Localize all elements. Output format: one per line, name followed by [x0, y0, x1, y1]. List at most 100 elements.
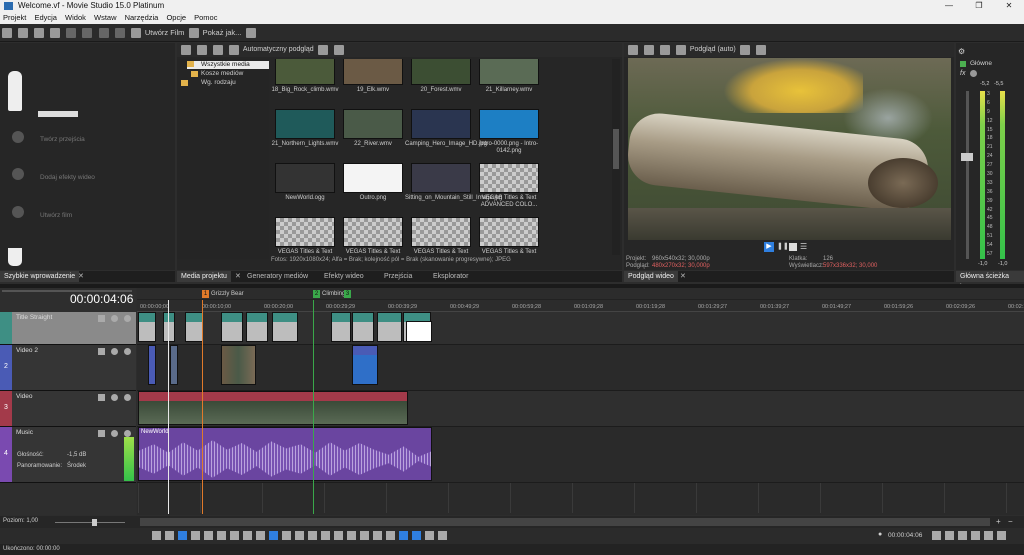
media-thumbnail[interactable] — [275, 163, 335, 193]
media-thumbnail[interactable] — [275, 109, 335, 139]
track-name[interactable]: Video 2 — [16, 347, 38, 354]
new-file-icon[interactable] — [2, 28, 12, 38]
auto-crossfade-icon[interactable] — [399, 531, 408, 540]
step-create-movie[interactable]: Utwórz film — [40, 212, 72, 219]
view-icon-3[interactable] — [958, 531, 967, 540]
close-tab-icon[interactable]: ✕ — [235, 271, 241, 282]
media-thumbnail[interactable] — [343, 163, 403, 193]
media-properties-icon[interactable] — [212, 45, 223, 55]
lock-icon[interactable] — [360, 531, 369, 540]
delete-icon[interactable] — [334, 531, 343, 540]
go-to-end-icon[interactable] — [230, 531, 239, 540]
pan-value[interactable]: Środek — [67, 463, 86, 469]
track-solo-icon[interactable] — [124, 315, 131, 322]
menu-wstaw[interactable]: Wstaw — [94, 13, 117, 22]
marker-insert-icon[interactable] — [373, 531, 382, 540]
title-clip[interactable] — [377, 312, 402, 342]
settings-icon[interactable] — [130, 28, 141, 38]
media-thumbnail[interactable] — [479, 109, 539, 139]
tab-video-fx[interactable]: Efekty wideo — [320, 271, 368, 282]
bus-mute-icon[interactable] — [970, 70, 977, 77]
open-file-icon[interactable] — [18, 28, 29, 38]
snapshot-icon[interactable] — [755, 45, 766, 55]
video2-clip[interactable] — [170, 345, 178, 385]
pan-crop-icon[interactable] — [438, 531, 447, 540]
media-thumbnail[interactable] — [479, 59, 539, 85]
title-clip-white[interactable] — [406, 321, 432, 342]
maximize-icon[interactable]: ❐ — [964, 0, 994, 12]
close-tab-icon[interactable]: ✕ — [78, 271, 84, 282]
media-thumbnail[interactable] — [343, 217, 403, 247]
play-from-start-icon[interactable] — [165, 531, 174, 540]
tab-master-bus[interactable]: Główna ścieżka bus — [956, 271, 1024, 291]
loop-icon[interactable] — [152, 531, 161, 540]
step-transitions[interactable]: Twórz przejścia — [40, 136, 85, 143]
view-icon-1[interactable] — [932, 531, 941, 540]
zoom-out-icon[interactable]: − — [1008, 517, 1013, 526]
media-thumbnail[interactable] — [275, 59, 335, 85]
title-clip[interactable] — [331, 312, 351, 342]
cut-icon[interactable] — [66, 28, 77, 38]
menu-projekt[interactable]: Projekt — [3, 13, 26, 22]
track-header[interactable]: 2 Video 2 — [0, 345, 136, 391]
horizontal-scrollbar[interactable] — [140, 518, 990, 526]
video2-clip-facebook[interactable] — [352, 345, 378, 385]
title-clip[interactable] — [138, 312, 156, 342]
video2-clip[interactable] — [221, 345, 256, 385]
track-mute-icon[interactable] — [111, 430, 118, 437]
close-tab-icon[interactable]: ✕ — [680, 271, 686, 282]
view-icon-4[interactable] — [971, 531, 980, 540]
save-icon[interactable] — [34, 28, 45, 38]
track-mute-icon[interactable] — [111, 394, 118, 401]
title-clip[interactable] — [272, 312, 298, 342]
media-thumbnail[interactable] — [411, 59, 471, 85]
render-icon[interactable] — [50, 28, 61, 38]
import-media-icon[interactable] — [181, 45, 191, 55]
media-thumbnail[interactable] — [343, 109, 403, 139]
track-mute-icon[interactable] — [111, 348, 118, 355]
track-header[interactable]: Title Straight — [0, 312, 136, 345]
track-fx-icon[interactable] — [98, 430, 105, 437]
bus-settings-icon[interactable]: ⚙ — [958, 47, 965, 56]
menu-opcje[interactable]: Opcje — [166, 13, 186, 22]
go-to-start-icon[interactable] — [217, 531, 226, 540]
media-thumbnail[interactable] — [411, 163, 471, 193]
marker-badge[interactable]: 1 — [202, 290, 209, 298]
track-fx-icon[interactable] — [98, 348, 105, 355]
auto-preview-icon[interactable] — [228, 45, 239, 55]
split-screen-icon[interactable] — [675, 45, 686, 55]
menu-pomoc[interactable]: Pomoc — [194, 13, 217, 22]
trim-icon[interactable] — [321, 531, 330, 540]
title-clip[interactable] — [246, 312, 268, 342]
search-icon[interactable] — [333, 45, 344, 55]
quantize-icon[interactable] — [412, 531, 421, 540]
event-fx-icon[interactable] — [425, 531, 434, 540]
plugin-icon[interactable] — [245, 28, 256, 38]
remove-media-icon[interactable] — [196, 45, 207, 55]
media-scrollbar[interactable] — [612, 59, 620, 255]
media-thumbnail[interactable] — [343, 59, 403, 85]
undo-icon[interactable] — [98, 28, 109, 38]
views-icon[interactable] — [317, 45, 328, 55]
close-icon[interactable]: ✕ — [994, 0, 1024, 12]
zoom-slider[interactable] — [55, 522, 125, 523]
track-name[interactable]: Video — [16, 393, 33, 400]
snap-icon[interactable] — [269, 531, 278, 540]
zoom-in-icon[interactable]: + — [996, 517, 1001, 526]
tree-media-bins[interactable]: Kosze mediów — [201, 70, 243, 77]
step-video-effects[interactable]: Dodaj efekty wideo — [40, 174, 95, 181]
auto-preview-toggle[interactable]: Automatyczny podgląd — [243, 46, 314, 53]
master-fader-track[interactable] — [966, 91, 969, 259]
help-icon[interactable] — [188, 28, 199, 38]
title-clip[interactable] — [163, 312, 175, 342]
region-insert-icon[interactable] — [386, 531, 395, 540]
view-icon-6[interactable] — [997, 531, 1006, 540]
media-thumbnail[interactable] — [411, 217, 471, 247]
media-thumbnail[interactable] — [275, 217, 335, 247]
play-icon[interactable]: ▶ — [764, 242, 774, 252]
pause-icon[interactable] — [191, 531, 200, 540]
stop-icon[interactable] — [789, 243, 797, 251]
track-solo-icon[interactable] — [124, 394, 131, 401]
tab-explorer[interactable]: Eksplorator — [429, 271, 472, 282]
playhead-line[interactable] — [168, 300, 169, 514]
